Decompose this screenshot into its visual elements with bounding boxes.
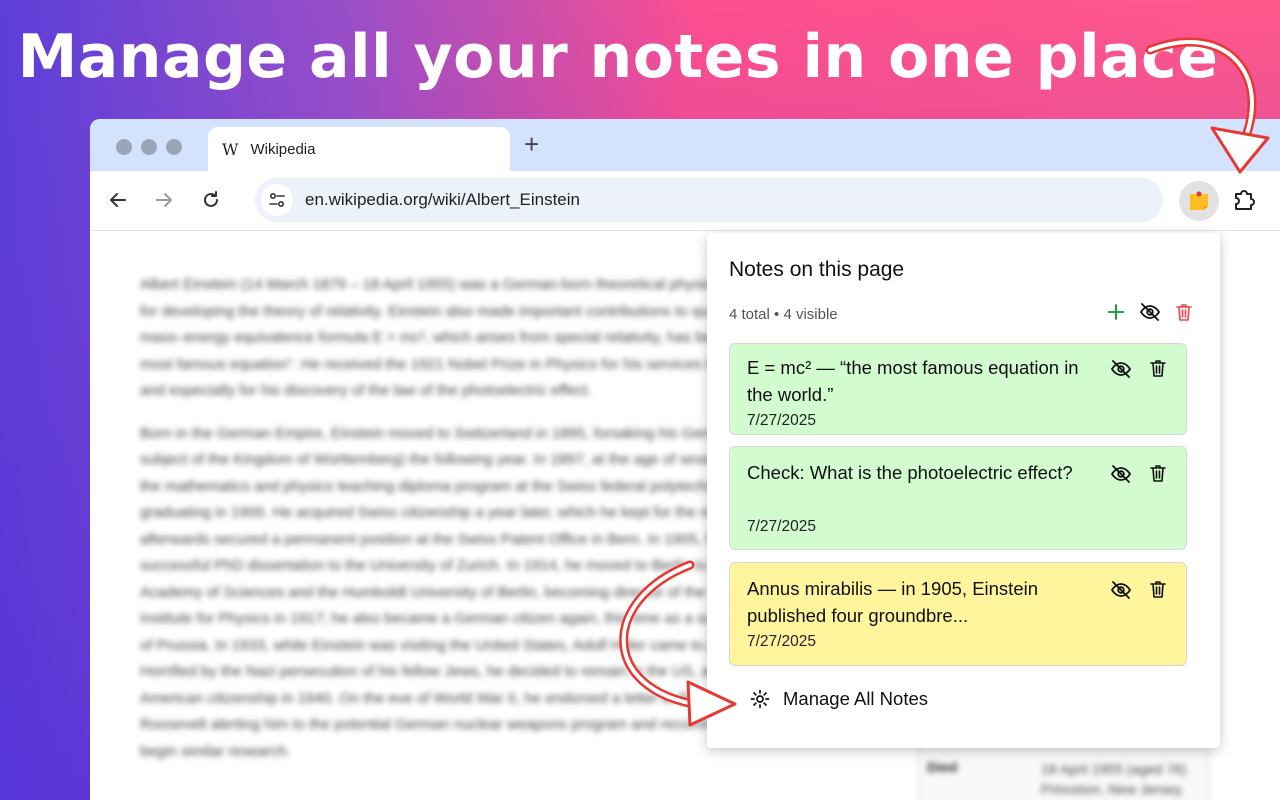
reload-icon: [204, 191, 218, 207]
hide-note-icon[interactable]: [1110, 463, 1132, 485]
delete-note-icon[interactable]: [1148, 463, 1168, 483]
note-text: Annus mirabilis — in 1905, Einstein publ…: [747, 578, 1039, 626]
minimize-window-button[interactable]: [141, 139, 157, 155]
hide-note-icon[interactable]: [1110, 579, 1132, 601]
hide-all-button[interactable]: [1139, 301, 1161, 323]
maximize-window-button[interactable]: [166, 139, 182, 155]
notes-count: 4 total • 4 visible: [729, 306, 838, 323]
delete-note-icon[interactable]: [1148, 358, 1168, 378]
manage-all-notes-label: Manage All Notes: [783, 688, 929, 709]
add-note-button[interactable]: [1105, 301, 1127, 323]
note-actions: [1110, 463, 1168, 485]
popup-actions: [1105, 301, 1195, 323]
new-tab-button[interactable]: +: [524, 129, 539, 160]
wikipedia-icon: W: [222, 139, 239, 159]
url-text: en.wikipedia.org/wiki/Albert_Einstein: [305, 190, 580, 209]
notes-popup: Notes on this page 4 total • 4 visible E…: [707, 233, 1220, 748]
note-text: E = mc² — “the most famous equation in t…: [747, 357, 1079, 405]
note-date: 7/27/2025: [747, 518, 816, 535]
forward-button[interactable]: [149, 185, 179, 215]
toolbar: en.wikipedia.org/wiki/Albert_Einstein: [90, 171, 1280, 231]
reload-button[interactable]: [196, 185, 226, 215]
close-window-button[interactable]: [116, 139, 132, 155]
note-date: 7/27/2025: [747, 412, 816, 429]
plus-icon: [1108, 304, 1124, 320]
back-button[interactable]: [103, 185, 133, 215]
note-card[interactable]: Annus mirabilis — in 1905, Einstein publ…: [729, 562, 1187, 666]
note-actions: [1110, 358, 1168, 380]
tab-bar: W Wikipedia +: [90, 119, 1280, 171]
trash-icon: [1176, 304, 1192, 321]
eye-off-icon: [1139, 303, 1161, 321]
hide-note-icon[interactable]: [1110, 358, 1132, 380]
popup-title: Notes on this page: [729, 258, 905, 281]
forward-icon: [156, 193, 172, 207]
manage-all-notes-button[interactable]: Manage All Notes: [749, 688, 928, 710]
tune-icon: [269, 192, 285, 208]
window-controls: [116, 139, 182, 155]
sticky-notes-extension-button[interactable]: [1179, 181, 1219, 221]
headline: Manage all your notes in one place: [17, 22, 1219, 92]
puzzle-icon: [1235, 190, 1255, 210]
delete-all-button[interactable]: [1173, 301, 1195, 323]
note-card[interactable]: Check: What is the photoelectric effect?…: [729, 446, 1187, 550]
infobox-value: 18 April 1955 (aged 76) Princeton, New J…: [1041, 761, 1187, 797]
site-settings-button[interactable]: [261, 184, 293, 216]
back-icon: [110, 193, 126, 207]
note-card[interactable]: E = mc² — “the most famous equation in t…: [729, 343, 1187, 435]
note-date: 7/27/2025: [747, 633, 816, 650]
extensions-button[interactable]: [1230, 186, 1258, 219]
delete-note-icon[interactable]: [1148, 579, 1168, 599]
infobox-label: Died: [927, 759, 958, 775]
note-text: Check: What is the photoelectric effect?: [747, 462, 1073, 483]
tab-wikipedia[interactable]: W Wikipedia: [208, 127, 510, 171]
note-actions: [1110, 579, 1168, 601]
address-bar[interactable]: en.wikipedia.org/wiki/Albert_Einstein: [255, 178, 1163, 222]
sticky-note-icon: [1190, 191, 1208, 210]
tab-title: Wikipedia: [250, 140, 316, 158]
gear-icon: [750, 689, 770, 709]
